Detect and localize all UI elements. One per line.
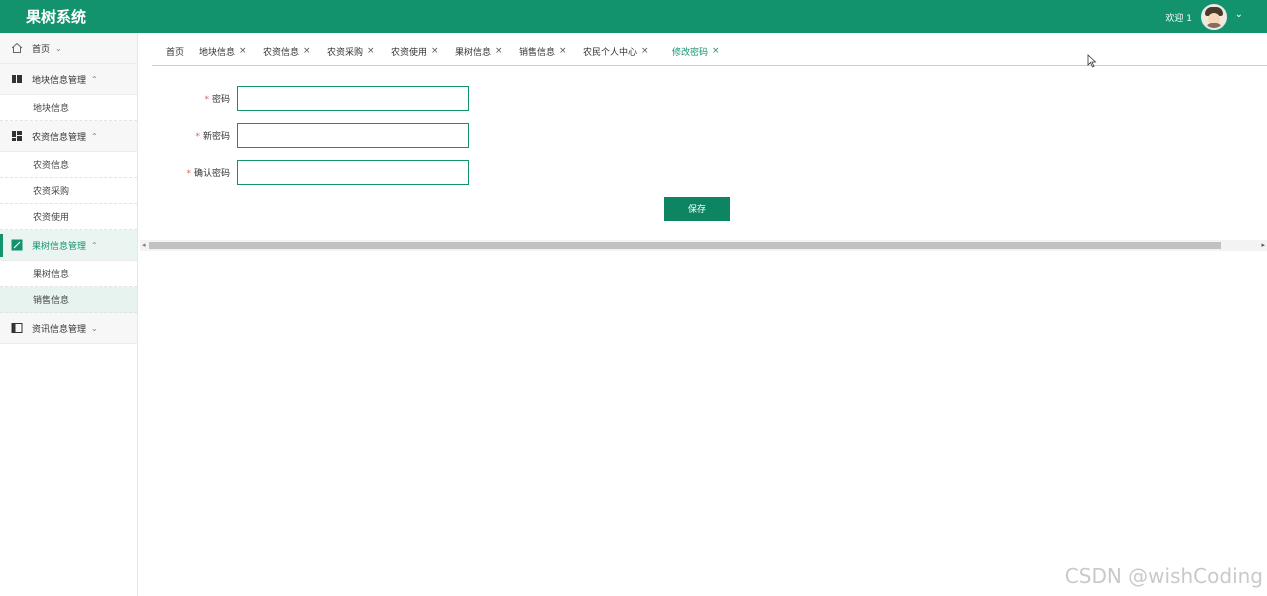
tab-label: 销售信息 [519, 48, 556, 58]
tab-plot-info[interactable]: 地块信息 × [199, 45, 247, 58]
tab-change-password[interactable]: 修改密码 × [672, 45, 720, 58]
top-header: 果树系统 欢迎 1 ⌄ [0, 0, 1267, 33]
chevron-up-icon: ⌃ [91, 74, 98, 84]
tab-label: 农资信息 [263, 48, 300, 58]
field-label: * 确认密码 [186, 166, 230, 179]
close-icon[interactable]: × [641, 46, 649, 56]
new-password-field[interactable] [237, 123, 469, 148]
field-label-text: 密码 [211, 95, 230, 105]
scroll-right-icon[interactable]: ▸ [1261, 241, 1265, 249]
sidebar-group-news[interactable]: 资讯信息管理 ⌄ [0, 313, 137, 344]
tab-supplies-purchase[interactable]: 农资采购 × [327, 45, 375, 58]
close-icon[interactable]: × [303, 46, 311, 56]
tab-label: 地块信息 [199, 48, 236, 58]
tab-bar: 首页 地块信息 × 农资信息 × 农资采购 × 农资使用 × 果树信息 × 销售信息 × 农… [152, 41, 1267, 66]
sidebar-group-label: 果树信息管理 [32, 241, 87, 252]
sidebar-item-sales-info[interactable]: 销售信息 [0, 287, 137, 313]
sidebar-group-label: 首页 [32, 44, 51, 55]
chevron-down-icon: ⌄ [55, 43, 62, 53]
sidebar-item-supplies-purchase[interactable]: 农资采购 [0, 178, 137, 204]
watermark: CSDN @wishCoding [1064, 564, 1263, 588]
horizontal-scrollbar[interactable]: ◂ ▸ [140, 240, 1267, 251]
close-icon[interactable]: × [431, 46, 439, 56]
chevron-up-icon: ⌃ [91, 131, 98, 141]
image-icon [11, 239, 23, 251]
user-avatar[interactable] [1201, 4, 1227, 30]
sidebar: 首页 ⌄ 地块信息管理 ⌃ 地块信息 农资信息管理 ⌃ 农资信息 农资采购 农资… [0, 33, 138, 596]
app-title: 果树系统 [26, 8, 87, 26]
book-icon [11, 73, 23, 85]
field-label: * 密码 [204, 92, 230, 105]
field-label: * 新密码 [195, 129, 230, 142]
field-label-text: 确认密码 [193, 169, 230, 179]
chevron-down-icon: ⌄ [91, 323, 98, 333]
close-icon[interactable]: × [495, 46, 503, 56]
required-mark: * [186, 169, 191, 179]
mouse-cursor-icon [1087, 54, 1097, 68]
field-label-text: 新密码 [202, 132, 230, 142]
sidebar-group-home[interactable]: 首页 ⌄ [0, 33, 137, 64]
tab-label: 首页 [166, 48, 185, 58]
save-button[interactable]: 保存 [664, 197, 730, 221]
form-row-new-password: * 新密码 [140, 123, 760, 149]
tab-home[interactable]: 首页 [166, 45, 184, 58]
tab-label: 果树信息 [455, 48, 492, 58]
close-icon[interactable]: × [239, 46, 247, 56]
sidebar-item-supplies-info[interactable]: 农资信息 [0, 152, 137, 178]
required-mark: * [195, 132, 200, 142]
scroll-left-icon[interactable]: ◂ [142, 241, 146, 249]
sidebar-group-label: 地块信息管理 [32, 75, 87, 86]
tab-label: 农民个人中心 [583, 48, 638, 58]
tab-label: 修改密码 [672, 48, 709, 58]
chevron-up-icon: ⌃ [91, 240, 98, 250]
chevron-down-icon[interactable]: ⌄ [1235, 9, 1243, 20]
grid-icon [11, 130, 23, 142]
form-row-password: * 密码 [140, 86, 760, 112]
tab-supplies-usage[interactable]: 农资使用 × [391, 45, 439, 58]
sidebar-group-fruit-tree[interactable]: 果树信息管理 ⌃ [0, 230, 137, 261]
home-icon [11, 42, 23, 54]
sidebar-item-plot-info[interactable]: 地块信息 [0, 95, 137, 121]
scrollbar-thumb[interactable] [149, 242, 1221, 249]
close-icon[interactable]: × [367, 46, 375, 56]
sidebar-group-label: 资讯信息管理 [32, 324, 87, 335]
tab-fruit-tree-info[interactable]: 果树信息 × [455, 45, 503, 58]
welcome-text: 欢迎 1 [1165, 14, 1192, 24]
sidebar-group-label: 农资信息管理 [32, 132, 87, 143]
sidebar-group-supplies[interactable]: 农资信息管理 ⌃ [0, 121, 137, 152]
tab-label: 农资使用 [391, 48, 428, 58]
tab-supplies-info[interactable]: 农资信息 × [263, 45, 311, 58]
close-icon[interactable]: × [559, 46, 567, 56]
close-icon[interactable]: × [712, 46, 720, 56]
sidebar-item-supplies-usage[interactable]: 农资使用 [0, 204, 137, 230]
form-row-confirm-password: * 确认密码 [140, 160, 760, 186]
required-mark: * [204, 95, 209, 105]
tab-label: 农资采购 [327, 48, 364, 58]
password-field[interactable] [237, 86, 469, 111]
tab-sales-info[interactable]: 销售信息 × [519, 45, 567, 58]
sidebar-item-fruit-tree-info[interactable]: 果树信息 [0, 261, 137, 287]
sidebar-group-plot[interactable]: 地块信息管理 ⌃ [0, 64, 137, 95]
tab-farmer-center[interactable]: 农民个人中心 × [583, 45, 649, 58]
panel-icon [11, 322, 23, 334]
confirm-password-field[interactable] [237, 160, 469, 185]
